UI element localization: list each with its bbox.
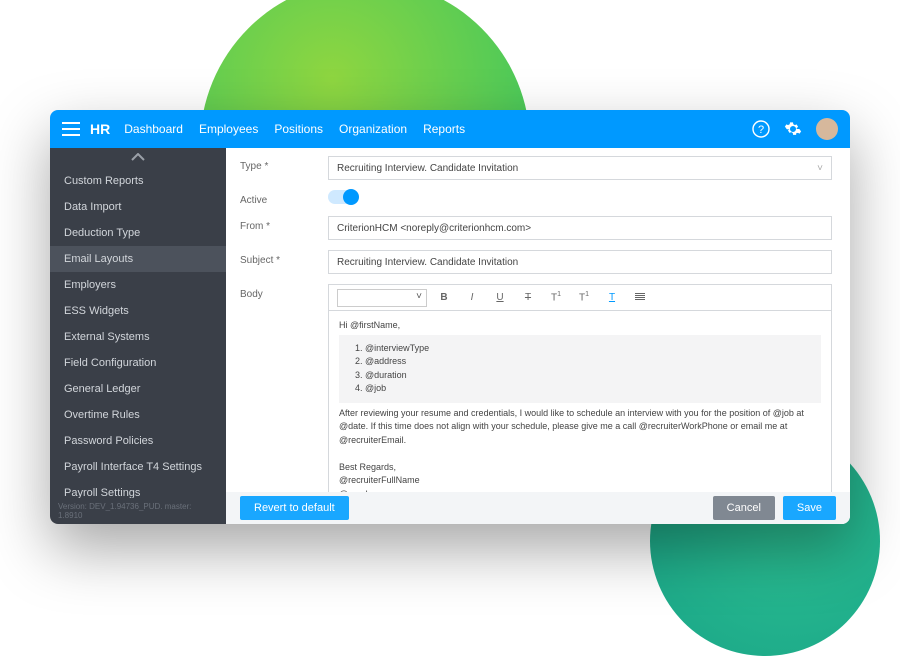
- strike-button[interactable]: T: [517, 292, 539, 303]
- cancel-button[interactable]: Cancel: [713, 496, 775, 520]
- body-paragraph: After reviewing your resume and credenti…: [339, 407, 821, 448]
- body-var-1: @interviewType: [365, 342, 815, 356]
- header-nav: Dashboard Employees Positions Organizati…: [124, 122, 465, 136]
- nav-dashboard[interactable]: Dashboard: [124, 122, 183, 136]
- revert-button[interactable]: Revert to default: [240, 496, 349, 520]
- body-greeting: Hi @firstName,: [339, 319, 821, 333]
- brand: HR: [90, 121, 110, 137]
- from-input[interactable]: [328, 216, 832, 240]
- main-panel: Type * Recruiting Interview. Candidate I…: [226, 148, 850, 524]
- label-from: From *: [240, 216, 328, 232]
- label-body: Body: [240, 284, 328, 300]
- body-signoff-2: @recruiterFullName: [339, 474, 821, 488]
- align-button[interactable]: [629, 292, 651, 304]
- avatar[interactable]: [816, 118, 838, 140]
- app-window: HR Dashboard Employees Positions Organiz…: [50, 110, 850, 524]
- save-button[interactable]: Save: [783, 496, 836, 520]
- sidebar-collapse-icon[interactable]: [50, 148, 226, 168]
- gear-icon[interactable]: [784, 120, 802, 138]
- sidebar-item-payroll-t4[interactable]: Payroll Interface T4 Settings: [50, 454, 226, 480]
- subscript-button[interactable]: T1: [573, 291, 595, 303]
- editor-toolbar: B I U T T1 T1 T: [329, 285, 831, 311]
- header-bar: HR Dashboard Employees Positions Organiz…: [50, 110, 850, 148]
- superscript-button[interactable]: T1: [545, 291, 567, 303]
- nav-employees[interactable]: Employees: [199, 122, 258, 136]
- sidebar-item-password-pol[interactable]: Password Policies: [50, 428, 226, 454]
- nav-positions[interactable]: Positions: [274, 122, 323, 136]
- body-vars-block: @interviewType @address @duration @job: [339, 335, 821, 403]
- label-active: Active: [240, 190, 328, 206]
- help-icon[interactable]: ?: [752, 120, 770, 138]
- sidebar-item-employers[interactable]: Employers: [50, 272, 226, 298]
- italic-button[interactable]: I: [461, 292, 483, 303]
- body-var-3: @duration: [365, 369, 815, 383]
- underline-button[interactable]: U: [489, 292, 511, 303]
- label-type: Type *: [240, 156, 328, 172]
- sidebar-item-ess-widgets[interactable]: ESS Widgets: [50, 298, 226, 324]
- type-value: Recruiting Interview. Candidate Invitati…: [337, 163, 518, 174]
- body-var-2: @address: [365, 355, 815, 369]
- hamburger-icon[interactable]: [62, 122, 80, 136]
- sidebar-item-overtime-rules[interactable]: Overtime Rules: [50, 402, 226, 428]
- sidebar-item-field-config[interactable]: Field Configuration: [50, 350, 226, 376]
- sidebar: Custom Reports Data Import Deduction Typ…: [50, 148, 226, 524]
- subject-input[interactable]: [328, 250, 832, 274]
- sidebar-item-deduction-type[interactable]: Deduction Type: [50, 220, 226, 246]
- body-var-4: @job: [365, 382, 815, 396]
- editor-body[interactable]: Hi @firstName, @interviewType @address @…: [329, 311, 831, 492]
- chevron-down-icon: ˅: [817, 163, 823, 174]
- sidebar-item-custom-reports[interactable]: Custom Reports: [50, 168, 226, 194]
- action-bar: Revert to default Cancel Save: [226, 492, 850, 524]
- bold-button[interactable]: B: [433, 292, 455, 303]
- text-color-button[interactable]: T: [601, 292, 623, 303]
- nav-reports[interactable]: Reports: [423, 122, 465, 136]
- font-select[interactable]: [337, 289, 427, 307]
- sidebar-item-general-ledger[interactable]: General Ledger: [50, 376, 226, 402]
- active-toggle[interactable]: [328, 190, 358, 204]
- sidebar-item-external-systems[interactable]: External Systems: [50, 324, 226, 350]
- svg-text:?: ?: [758, 124, 764, 136]
- type-select[interactable]: Recruiting Interview. Candidate Invitati…: [328, 156, 832, 180]
- nav-organization[interactable]: Organization: [339, 122, 407, 136]
- body-signoff-1: Best Regards,: [339, 461, 821, 475]
- version-text: Version: DEV_1.94736_PUD. master: 1.8910: [50, 498, 226, 524]
- sidebar-item-data-import[interactable]: Data Import: [50, 194, 226, 220]
- sidebar-item-email-layouts[interactable]: Email Layouts: [50, 246, 226, 272]
- body-editor: B I U T T1 T1 T: [328, 284, 832, 492]
- label-subject: Subject *: [240, 250, 328, 266]
- sidebar-item-payroll-settings[interactable]: Payroll Settings: [50, 480, 226, 498]
- sidebar-list: Custom Reports Data Import Deduction Typ…: [50, 168, 226, 498]
